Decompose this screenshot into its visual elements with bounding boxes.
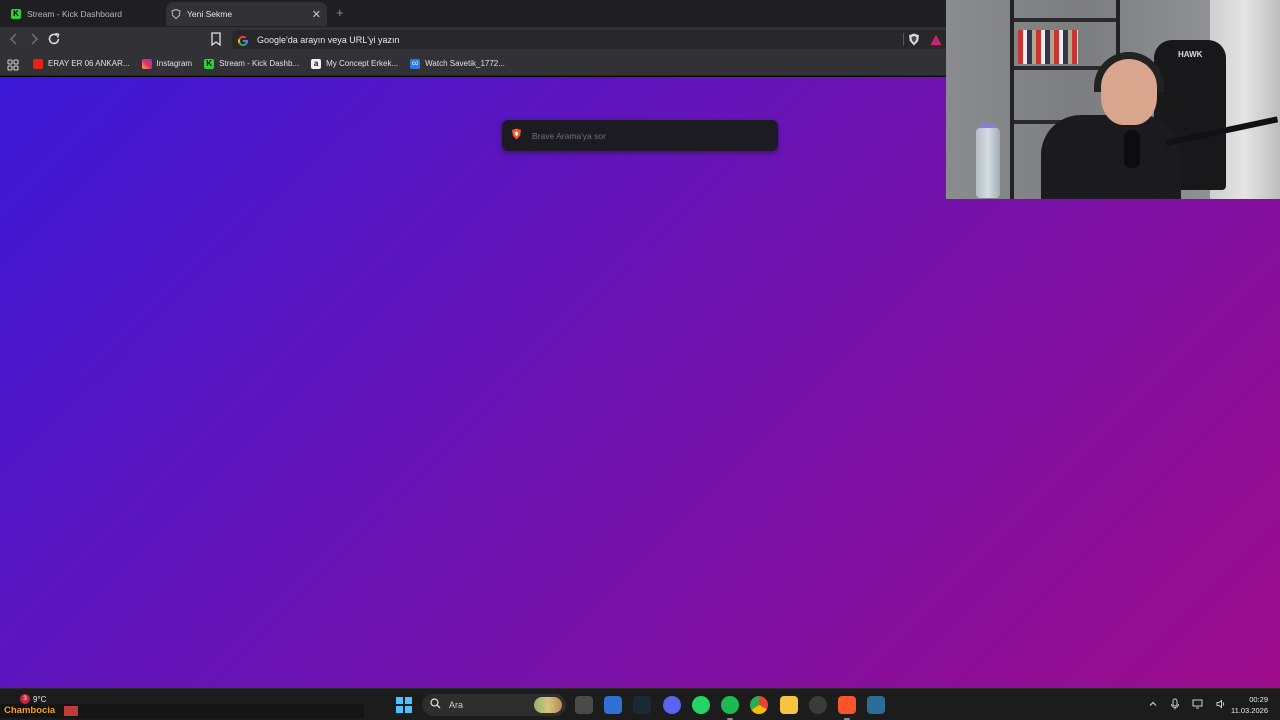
books bbox=[1018, 30, 1078, 64]
back-icon[interactable] bbox=[7, 32, 21, 46]
microphone-icon[interactable] bbox=[1170, 698, 1180, 713]
thumbnail bbox=[64, 706, 78, 716]
app-icon[interactable] bbox=[867, 696, 885, 714]
apps-grid-icon[interactable] bbox=[7, 58, 19, 71]
bookmark-item[interactable]: K Stream - Kick Dashb... bbox=[204, 58, 300, 69]
network-icon[interactable] bbox=[1192, 699, 1204, 712]
microphone bbox=[1124, 130, 1140, 168]
tab-new-tab[interactable]: Yeni Sekme ✕ bbox=[166, 2, 327, 26]
bookmark-item[interactable]: Instagram bbox=[141, 58, 193, 69]
chevron-up-icon[interactable] bbox=[1148, 699, 1158, 712]
brave-rewards-icon[interactable] bbox=[930, 33, 942, 51]
bookmark-item[interactable]: ERAY ER 06 ANKAR... bbox=[33, 58, 130, 69]
bookmark-item[interactable]: co Watch Savetik_1772... bbox=[410, 58, 505, 69]
brave-icon[interactable] bbox=[838, 696, 856, 720]
bookmark-label: Stream - Kick Dashb... bbox=[219, 59, 300, 68]
brave-shield-icon bbox=[171, 9, 181, 19]
bookmark-label: My Concept Erkek... bbox=[326, 59, 399, 68]
start-button[interactable] bbox=[396, 697, 412, 713]
clock[interactable]: 00:29 11.03.2026 bbox=[1231, 694, 1268, 716]
close-tab-icon[interactable]: ✕ bbox=[312, 8, 321, 21]
brave-lion-icon bbox=[511, 127, 522, 145]
tab-title: Yeni Sekme bbox=[187, 9, 233, 19]
address-bar[interactable]: Google'da arayın veya URL'yi yazın bbox=[232, 30, 946, 49]
bookmark-item[interactable]: a My Concept Erkek... bbox=[311, 58, 399, 69]
chrome-icon[interactable] bbox=[750, 696, 768, 714]
tab-kick-dashboard[interactable]: K Stream - Kick Dashboard bbox=[6, 2, 162, 26]
temperature: 9°C bbox=[33, 695, 47, 704]
search-label: Ara bbox=[449, 700, 464, 710]
volume-icon[interactable] bbox=[1216, 698, 1226, 712]
file-explorer-icon[interactable] bbox=[780, 696, 798, 714]
google-icon bbox=[237, 34, 249, 46]
bookmark-label: Watch Savetik_1772... bbox=[425, 59, 505, 68]
forward-icon[interactable] bbox=[27, 32, 41, 46]
brave-shields-icon[interactable] bbox=[908, 33, 920, 51]
new-tab-button[interactable]: + bbox=[336, 5, 344, 20]
address-placeholder: Google'da arayın veya URL'yi yazın bbox=[257, 34, 400, 45]
search-placeholder: Brave Arama'ya sor bbox=[532, 130, 606, 141]
instagram-icon bbox=[141, 58, 152, 69]
kick-icon: K bbox=[11, 9, 21, 19]
clock-time: 00:29 bbox=[1249, 695, 1268, 704]
chair-brand: HAWK bbox=[1178, 50, 1203, 59]
spotify-icon[interactable] bbox=[721, 696, 739, 720]
bookmarks-bar: ERAY ER 06 ANKAR... Instagram K Stream -… bbox=[0, 52, 946, 76]
steam-icon[interactable] bbox=[633, 696, 651, 714]
whatsapp-icon[interactable] bbox=[692, 696, 710, 714]
navigation-bar: Google'da arayın veya URL'yi yazın bbox=[0, 27, 946, 52]
amazon-icon: a bbox=[311, 58, 322, 69]
system-tray bbox=[1148, 689, 1238, 720]
windows-taskbar: 3 9°C Chambocia Ara 00:29 11.03.2026 bbox=[0, 688, 1280, 720]
channel-name: Chambocia bbox=[4, 705, 56, 716]
youtube-icon bbox=[33, 58, 43, 69]
task-view-icon[interactable] bbox=[575, 696, 593, 714]
divider bbox=[903, 33, 904, 46]
reload-icon[interactable] bbox=[47, 32, 61, 46]
store-icon[interactable] bbox=[604, 696, 622, 714]
bookmark-label: Instagram bbox=[156, 59, 193, 68]
tab-title: Stream - Kick Dashboard bbox=[27, 9, 122, 19]
taskbar-search[interactable]: Ara bbox=[422, 694, 566, 716]
search-icon bbox=[430, 696, 441, 714]
bookmark-icon[interactable] bbox=[210, 32, 222, 51]
discord-icon[interactable] bbox=[663, 696, 681, 714]
bookmark-label: ERAY ER 06 ANKAR... bbox=[48, 59, 130, 68]
obs-icon[interactable] bbox=[809, 696, 827, 714]
streamer-body bbox=[1041, 115, 1181, 199]
notification-badge: 3 bbox=[20, 694, 30, 704]
kick-icon: K bbox=[204, 58, 215, 69]
water-bottle bbox=[976, 128, 1000, 198]
brave-search-box[interactable]: Brave Arama'ya sor bbox=[502, 120, 778, 151]
tab-strip: K Stream - Kick Dashboard Yeni Sekme ✕ + bbox=[0, 0, 946, 27]
clock-date: 11.03.2026 bbox=[1231, 706, 1268, 715]
co-icon: co bbox=[410, 58, 421, 69]
search-highlight-image bbox=[534, 697, 562, 713]
webcam-overlay: HAWK bbox=[946, 0, 1280, 199]
